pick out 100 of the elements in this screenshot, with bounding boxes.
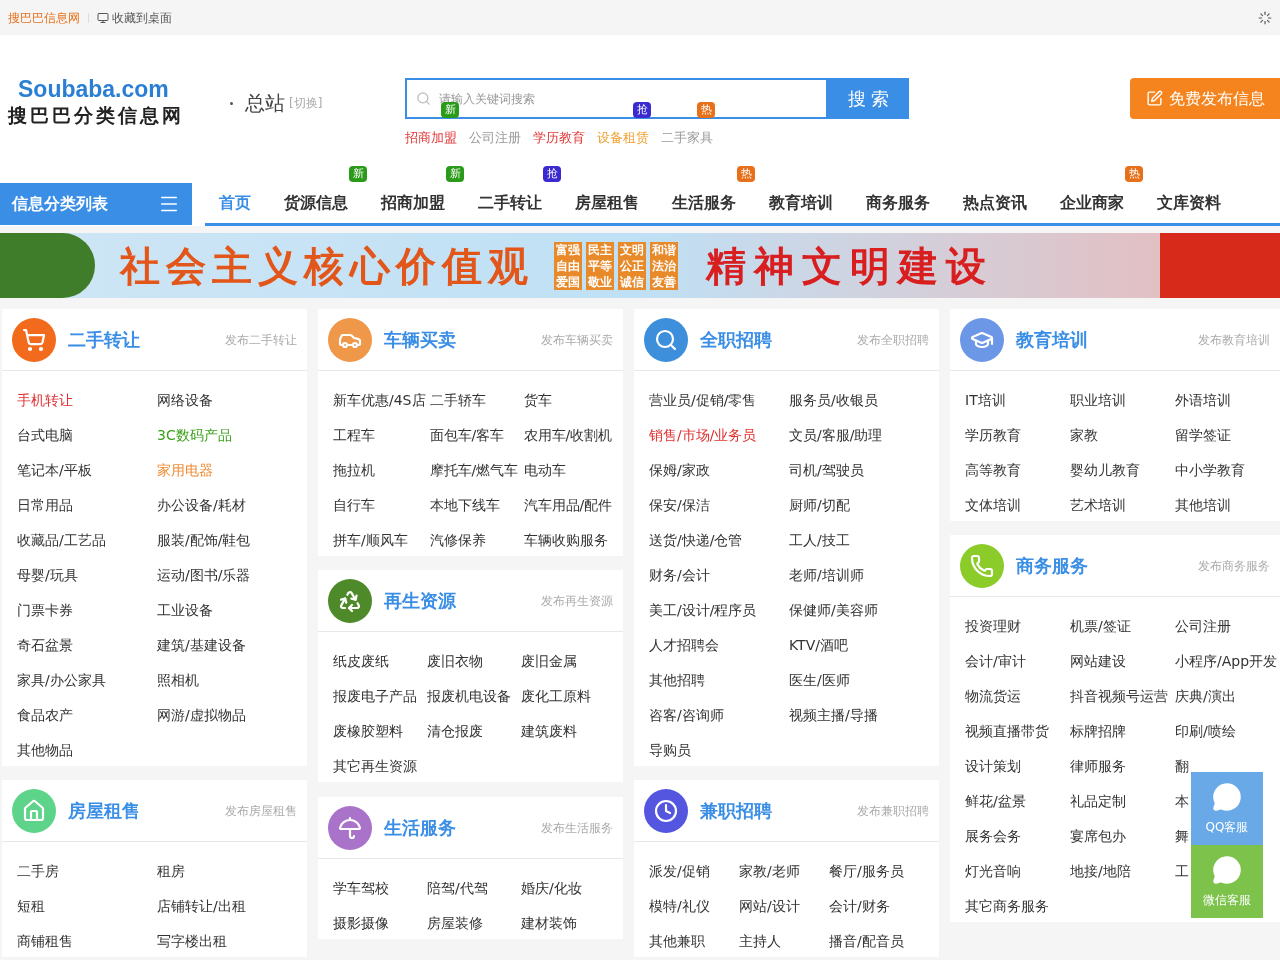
category-link[interactable]: 自行车 [333,495,375,515]
category-link[interactable]: 抖音视频号运营 [1070,686,1168,706]
category-link[interactable]: 导购员 [649,740,691,760]
category-link[interactable]: 其他兼职 [649,931,705,951]
category-link[interactable]: 销售/市场/业务员 [649,425,757,445]
category-link[interactable]: 食品农产 [17,705,73,725]
category-link[interactable]: 文体培训 [965,495,1021,515]
category-link[interactable]: 废旧衣物 [427,651,483,671]
category-link[interactable]: 网站建设 [1070,651,1126,671]
category-link[interactable]: 网游/虚拟物品 [157,705,246,725]
nav-tab[interactable]: 热点资讯 [963,191,1027,215]
nav-tab[interactable]: 教育培训 [769,191,833,215]
category-link[interactable]: 其他招聘 [649,670,705,690]
category-link[interactable]: 拼车/顺风车 [333,530,408,550]
category-link[interactable]: 营业员/促销/零售 [649,390,757,410]
category-link[interactable]: 本地下线车 [429,495,500,515]
category-link[interactable]: 摩托车/燃气车 [429,460,519,480]
category-link[interactable]: 视频主播/导播 [789,705,878,725]
category-link[interactable]: 婴幼儿教育 [1070,460,1140,480]
nav-tab[interactable]: 房屋租售 [575,191,639,215]
category-link[interactable]: 宴席包办 [1070,826,1126,846]
category-link[interactable]: 运动/图书/乐器 [157,565,251,585]
category-link[interactable]: 货车 [523,390,552,410]
category-link[interactable]: 职业培训 [1070,390,1126,410]
category-link[interactable]: 庆典/演出 [1175,686,1236,706]
category-link[interactable]: 艺术培训 [1070,495,1126,515]
category-link[interactable]: 医生/医师 [789,670,850,690]
category-link[interactable]: 笔记本/平板 [17,460,92,480]
category-link[interactable]: 建筑废料 [521,721,577,741]
hot-search-link[interactable]: 学历教育 [533,130,585,145]
category-link[interactable]: 手机转让 [17,390,73,410]
category-link[interactable]: 美工/设计/程序员 [649,600,757,620]
category-link[interactable]: 家教 [1070,425,1098,445]
category-link[interactable]: 学车驾校 [333,878,389,898]
category-link[interactable]: 奇石盆景 [17,635,73,655]
category-link[interactable]: 网站/设计 [739,896,800,916]
category-link[interactable]: 门票卡券 [17,600,73,620]
category-link[interactable]: 设计策划 [965,756,1021,776]
category-link[interactable]: 建材装饰 [521,913,577,933]
category-link[interactable]: 农用车/收割机 [523,425,613,445]
nav-tab[interactable]: 招商加盟 [381,191,445,215]
category-link[interactable]: 其他物品 [17,740,73,760]
category-link[interactable]: 收藏品/工艺品 [17,530,106,550]
category-link[interactable]: 工人/技工 [789,530,850,550]
category-link[interactable]: 电动车 [523,460,566,480]
category-link[interactable]: 物流货运 [965,686,1021,706]
category-link[interactable]: 保健师/美容师 [789,600,878,620]
category-link[interactable]: 公司注册 [1175,616,1231,636]
category-link[interactable]: 播音/配音员 [829,931,904,951]
category-link[interactable]: 写字楼出租 [157,931,227,951]
category-link[interactable]: 律师服务 [1070,756,1126,776]
nav-tab[interactable]: 二手转让 [478,191,542,215]
category-link[interactable]: 送货/快递/仓管 [649,530,743,550]
category-link[interactable]: 标牌招牌 [1070,721,1126,741]
category-link[interactable]: 主持人 [739,931,781,951]
category-link[interactable]: 会计/审计 [965,651,1026,671]
category-link[interactable]: 人才招聘会 [649,635,719,655]
category-link[interactable]: 婚庆/化妆 [521,878,582,898]
category-link[interactable]: KTV/酒吧 [789,635,848,655]
category-link[interactable]: 灯光音响 [965,861,1021,881]
category-link[interactable]: 建筑/基建设备 [157,635,246,655]
category-link[interactable]: 短租 [17,896,45,916]
category-link[interactable]: 家具/办公家具 [17,670,106,690]
category-link[interactable]: 其他培训 [1175,495,1231,515]
nav-tab[interactable]: 文库资料 [1157,191,1221,215]
category-link[interactable]: 印刷/喷绘 [1175,721,1236,741]
nav-tab[interactable]: 生活服务 [672,191,736,215]
category-link[interactable]: 租房 [157,861,185,881]
category-link[interactable]: 车辆收购服务 [523,530,608,550]
category-link[interactable]: 本 [1175,791,1189,811]
category-link[interactable]: 工业设备 [157,600,213,620]
category-link[interactable]: 其它商务服务 [965,896,1049,916]
category-link[interactable]: 网络设备 [157,390,213,410]
category-link[interactable]: 司机/驾驶员 [789,460,864,480]
category-link[interactable]: 二手轿车 [429,390,486,410]
category-link[interactable]: 外语培训 [1175,390,1231,410]
category-link[interactable]: 台式电脑 [17,425,73,445]
category-link[interactable]: 办公设备/耗材 [157,495,246,515]
category-link[interactable]: 中小学教育 [1175,460,1245,480]
category-link[interactable]: 保姆/家政 [649,460,710,480]
category-link[interactable]: 店铺转让/出租 [157,896,246,916]
category-link[interactable]: 废旧金属 [521,651,577,671]
category-link[interactable]: 汽车用品/配件 [523,495,613,515]
category-link[interactable]: 工程车 [333,425,375,445]
category-link[interactable]: 报废电子产品 [333,686,417,706]
category-link[interactable]: 投资理财 [965,616,1021,636]
category-link[interactable]: 家教/老师 [739,861,800,881]
category-link[interactable]: 清仓报废 [427,721,483,741]
category-link[interactable]: 礼品定制 [1070,791,1126,811]
category-link[interactable]: 模特/礼仪 [649,896,710,916]
nav-tab[interactable]: 货源信息 [284,191,348,215]
category-link[interactable]: 照相机 [157,670,199,690]
category-link[interactable]: 废橡胶塑料 [333,721,403,741]
category-link[interactable]: 摄影摄像 [333,913,389,933]
category-link[interactable]: 财务/会计 [649,565,710,585]
category-link[interactable]: 拖拉机 [333,460,375,480]
category-link[interactable]: 汽修保养 [429,530,486,550]
category-link[interactable]: 小程序/App开发 [1175,651,1278,671]
category-link[interactable]: 厨师/切配 [789,495,850,515]
category-link[interactable]: 机票/签证 [1070,616,1131,636]
